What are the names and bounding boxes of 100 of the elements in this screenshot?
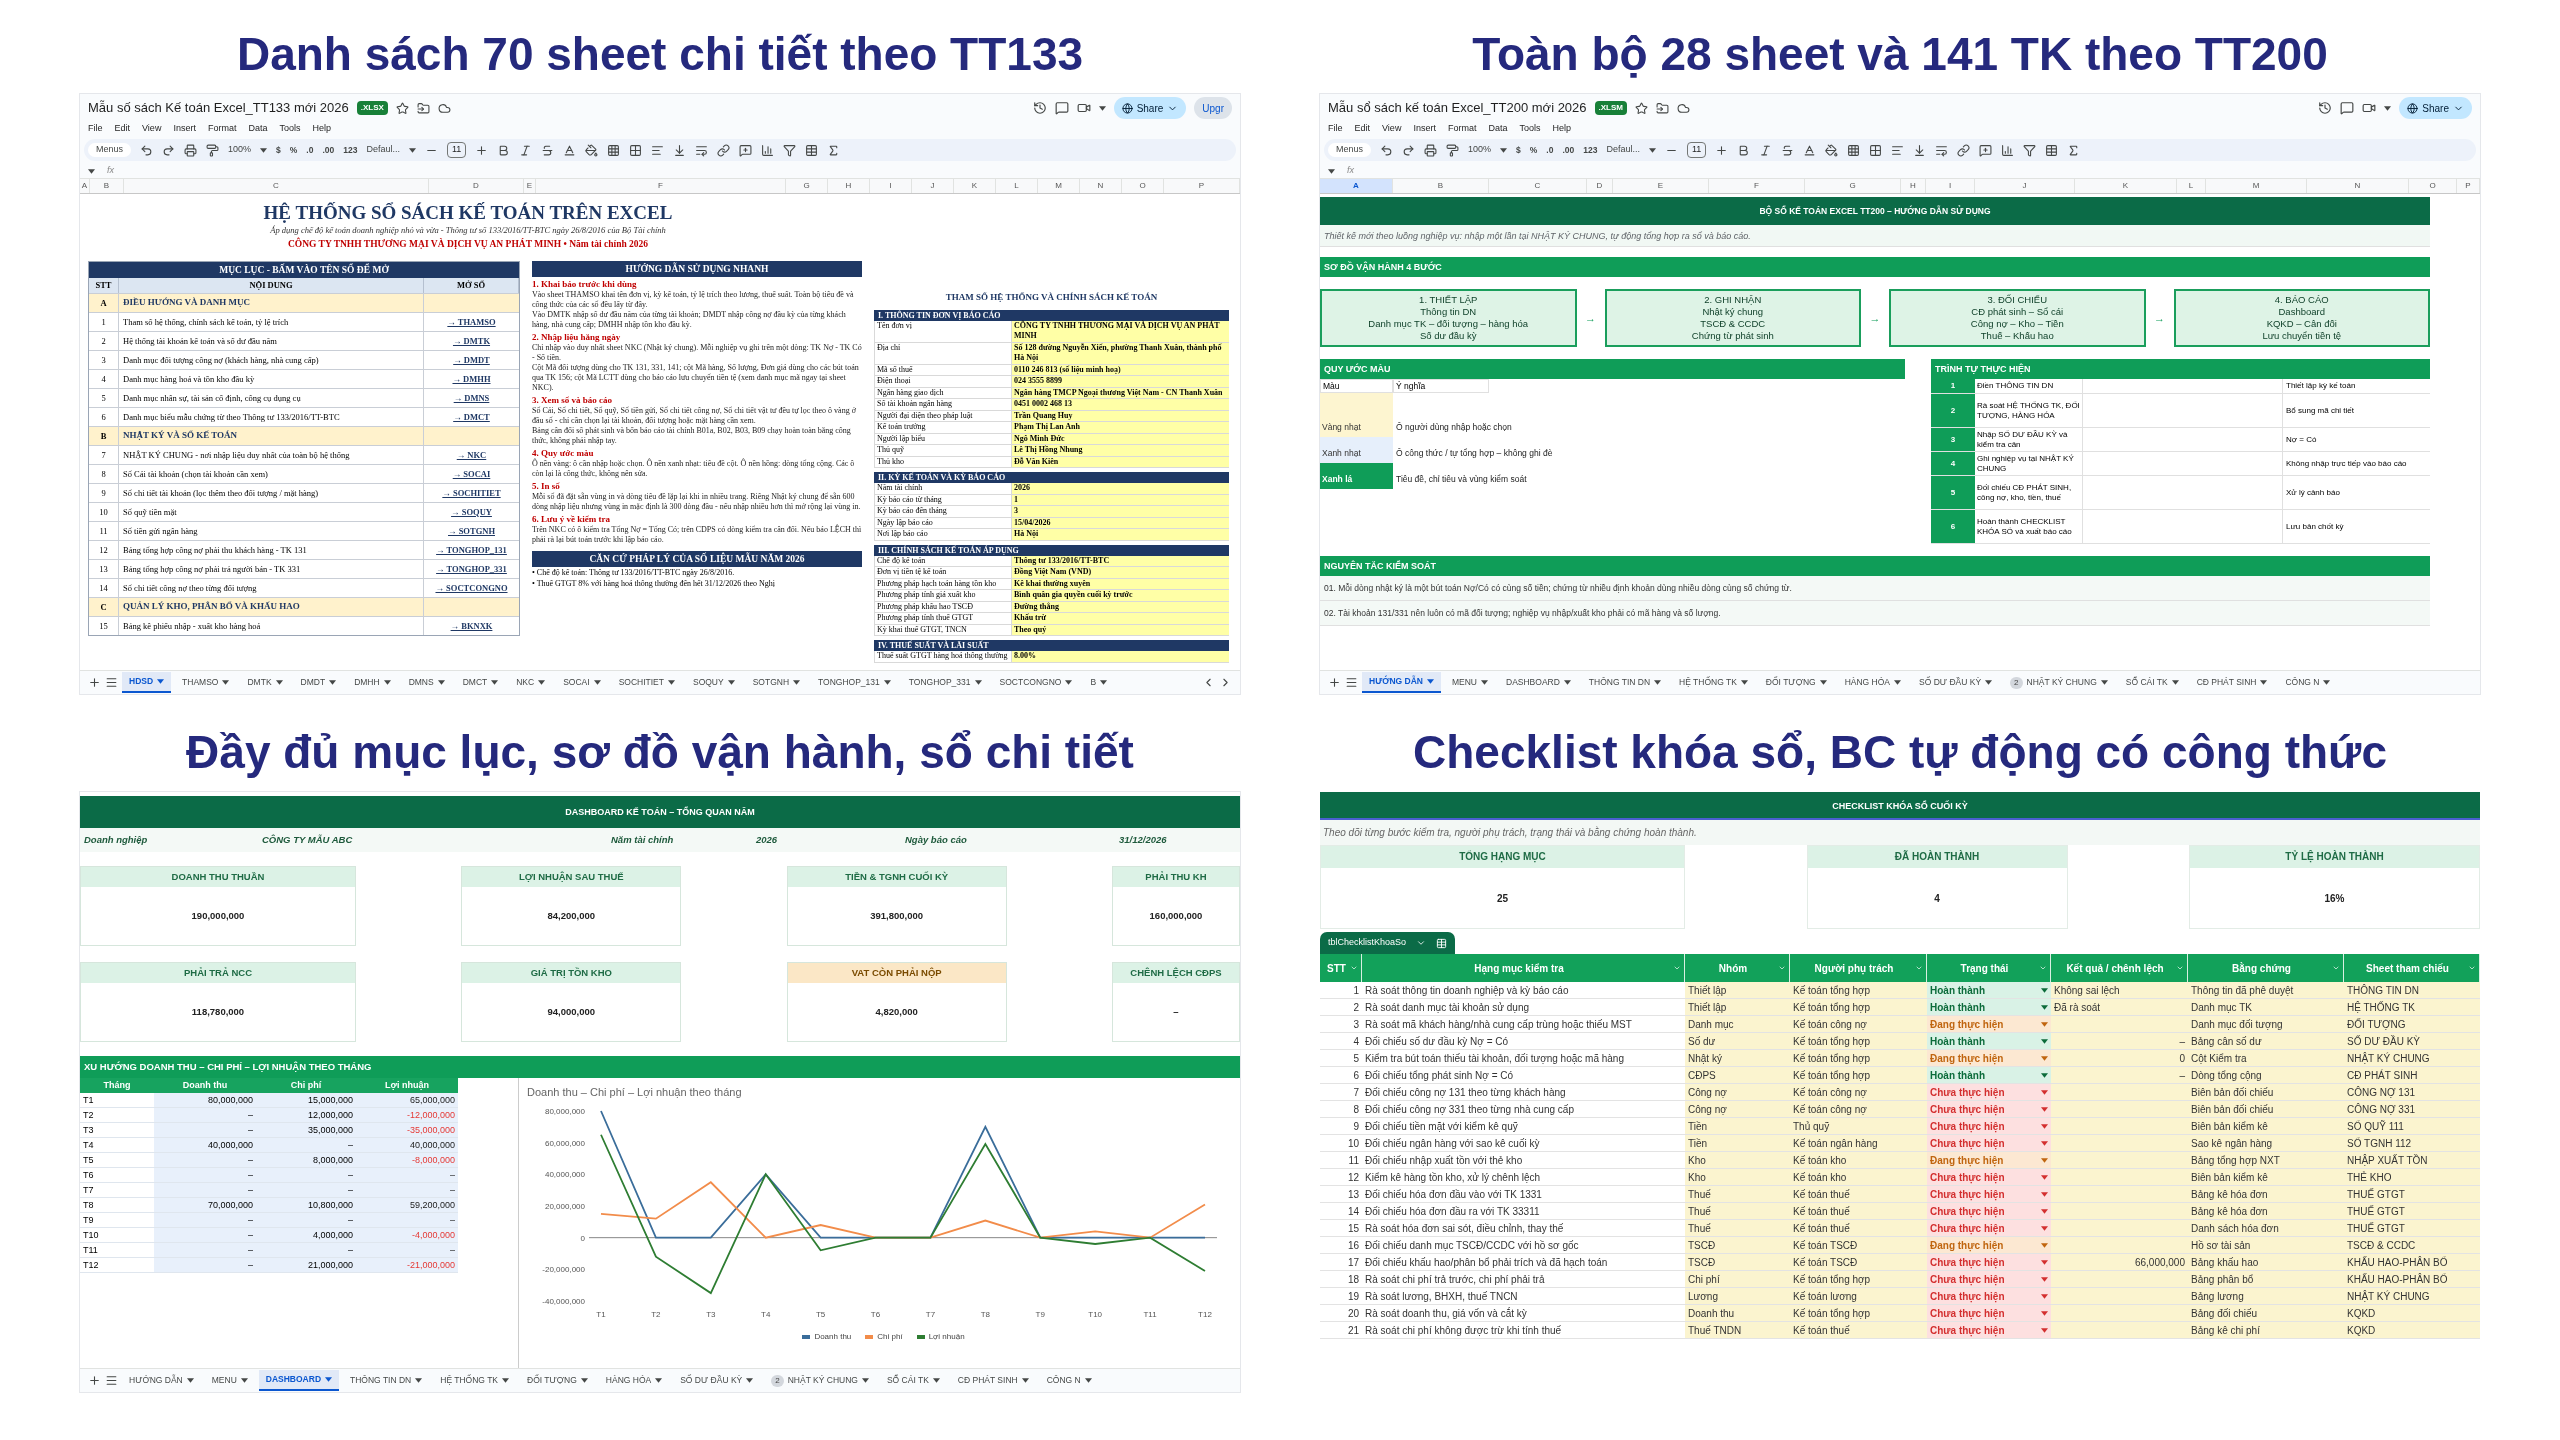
sheet-tab[interactable]: ĐỐI TƯỢNG <box>520 1370 595 1391</box>
document-title[interactable]: Mẫu số sách Kế toán Excel_TT133 mới 2026 <box>88 98 349 118</box>
status-dropdown[interactable]: Hoàn thành <box>1927 1067 2051 1083</box>
menu-item[interactable]: File <box>88 122 103 136</box>
column-header[interactable]: C <box>124 179 429 193</box>
sheet-tab[interactable]: HÀNG HÓA <box>1837 672 1908 693</box>
print-icon[interactable] <box>184 143 197 157</box>
chevron-down-icon[interactable] <box>1416 938 1427 948</box>
column-header[interactable]: C <box>1489 179 1587 193</box>
status-dropdown[interactable]: Chưa thực hiện <box>1927 1203 2051 1219</box>
paint-format-icon[interactable] <box>206 143 219 157</box>
caret-icon[interactable] <box>538 680 546 685</box>
sheet-tab[interactable]: SOQUY <box>685 672 742 693</box>
column-header[interactable]: F <box>536 179 786 193</box>
caret-icon[interactable] <box>2041 1004 2048 1010</box>
sheet-link[interactable]: → SOTGNH <box>448 524 495 538</box>
chart-icon[interactable] <box>2001 143 2015 157</box>
sheet-link[interactable]: → DMHH <box>452 372 491 386</box>
sheet-link[interactable]: → TONGHOP_131 <box>436 543 507 557</box>
column-header[interactable]: G <box>786 179 828 193</box>
caret-icon[interactable] <box>2260 680 2268 685</box>
caret-icon[interactable] <box>974 680 982 685</box>
number-format-button[interactable]: 123 <box>1583 143 1598 157</box>
align-icon[interactable] <box>1891 143 1905 157</box>
status-dropdown[interactable]: Hoàn thành <box>1927 1033 2051 1049</box>
sheet-tab[interactable]: CĐ PHÁT SINH <box>950 1370 1036 1391</box>
caret-icon[interactable] <box>1740 680 1748 685</box>
sheet-tab[interactable]: DMDT <box>293 672 344 693</box>
caret-icon[interactable] <box>491 680 499 685</box>
status-dropdown[interactable]: Chưa thực hiện <box>1927 1135 2051 1151</box>
menu-item[interactable]: Edit <box>1354 122 1371 136</box>
caret-icon[interactable] <box>2041 987 2048 993</box>
sheet-tab[interactable]: CĐ PHÁT SINH <box>2189 672 2275 693</box>
column-header[interactable]: K <box>2075 179 2177 193</box>
sheet-tab[interactable]: DMTK <box>240 672 290 693</box>
menu-item[interactable]: Format <box>207 122 237 136</box>
share-button[interactable]: Share <box>1113 97 1187 119</box>
vertical-align-icon[interactable] <box>673 143 687 157</box>
sheet-tab[interactable]: NKC <box>509 672 553 693</box>
borders-icon[interactable] <box>1847 143 1861 157</box>
caret-icon[interactable] <box>1098 105 1106 111</box>
caret-icon[interactable] <box>1819 680 1827 685</box>
column-header[interactable]: L <box>2177 179 2206 193</box>
caret-icon[interactable] <box>2384 105 2392 111</box>
sheet-tab[interactable]: TONGHOP_131 <box>811 672 898 693</box>
caret-icon[interactable] <box>240 1378 248 1383</box>
caret-icon[interactable] <box>655 1378 663 1383</box>
caret-icon[interactable] <box>260 147 268 153</box>
sheet-tab[interactable]: THAMSO <box>175 672 237 693</box>
table-name-chip[interactable]: tblChecklistKhoaSo <box>1320 932 1456 954</box>
sheet-tab[interactable]: SỐ DƯ ĐẦU KỲ <box>673 1370 761 1391</box>
sheet-tab[interactable]: HỆ THỐNG TK <box>1672 672 1755 693</box>
italic-icon[interactable] <box>1759 143 1773 157</box>
column-header[interactable]: N <box>1080 179 1122 193</box>
menu-item[interactable]: File <box>1328 122 1343 136</box>
column-header[interactable]: E <box>1613 179 1709 193</box>
merge-cells-icon[interactable] <box>1869 143 1883 157</box>
column-header[interactable]: M <box>1038 179 1080 193</box>
menu-item[interactable]: Insert <box>173 122 196 136</box>
caret-icon[interactable] <box>2041 1310 2048 1316</box>
caret-icon[interactable] <box>502 1378 510 1383</box>
caret-icon[interactable] <box>1500 147 1508 153</box>
caret-icon[interactable] <box>2171 680 2179 685</box>
caret-icon[interactable] <box>1654 680 1662 685</box>
sheet-tab[interactable]: SOTGNH <box>745 672 808 693</box>
redo-icon[interactable] <box>1402 143 1415 157</box>
menu-item[interactable]: Tools <box>1519 122 1541 136</box>
menu-item[interactable]: Tools <box>279 122 301 136</box>
caret-icon[interactable] <box>1328 168 1335 174</box>
sheet-link[interactable]: → DMDT <box>453 353 490 367</box>
caret-icon[interactable] <box>2100 680 2108 685</box>
font-dropdown[interactable]: Defaul... <box>1606 143 1640 157</box>
column-header[interactable]: F <box>1709 179 1805 193</box>
all-sheets-icon[interactable] <box>105 1374 118 1387</box>
borders-icon[interactable] <box>607 143 621 157</box>
cloud-icon[interactable] <box>1677 101 1690 115</box>
menu-item[interactable]: Data <box>248 122 268 136</box>
status-dropdown[interactable]: Chưa thực hiện <box>1927 1186 2051 1202</box>
sheet-tab[interactable]: B <box>1083 672 1115 693</box>
caret-icon[interactable] <box>1985 680 1993 685</box>
column-header[interactable]: E <box>524 179 536 193</box>
caret-icon[interactable] <box>746 1378 754 1383</box>
caret-icon[interactable] <box>157 679 165 684</box>
caret-icon[interactable] <box>437 680 445 685</box>
caret-icon[interactable] <box>1065 680 1073 685</box>
upgrade-button[interactable]: Upgr <box>1194 97 1232 119</box>
sheet-link[interactable]: → TONGHOP_331 <box>436 562 507 576</box>
sheet-tab[interactable]: THÔNG TIN DN <box>343 1370 430 1391</box>
filter-icon[interactable] <box>783 143 797 157</box>
sheet-tab[interactable]: SOCHITIET <box>611 672 682 693</box>
number-format-button[interactable]: 123 <box>343 143 358 157</box>
status-dropdown[interactable]: Chưa thực hiện <box>1927 1220 2051 1236</box>
folder-icon[interactable] <box>416 101 430 115</box>
caret-icon[interactable] <box>1649 147 1656 153</box>
sheet-link[interactable]: → SOQUY <box>451 505 492 519</box>
fill-color-icon[interactable] <box>1825 143 1839 157</box>
status-dropdown[interactable]: Hoàn thành <box>1927 982 2051 998</box>
caret-icon[interactable] <box>1563 680 1571 685</box>
number-format-button[interactable]: .0 <box>306 143 314 157</box>
sheet-tab[interactable]: SỔ CÁI TK <box>879 1370 947 1391</box>
